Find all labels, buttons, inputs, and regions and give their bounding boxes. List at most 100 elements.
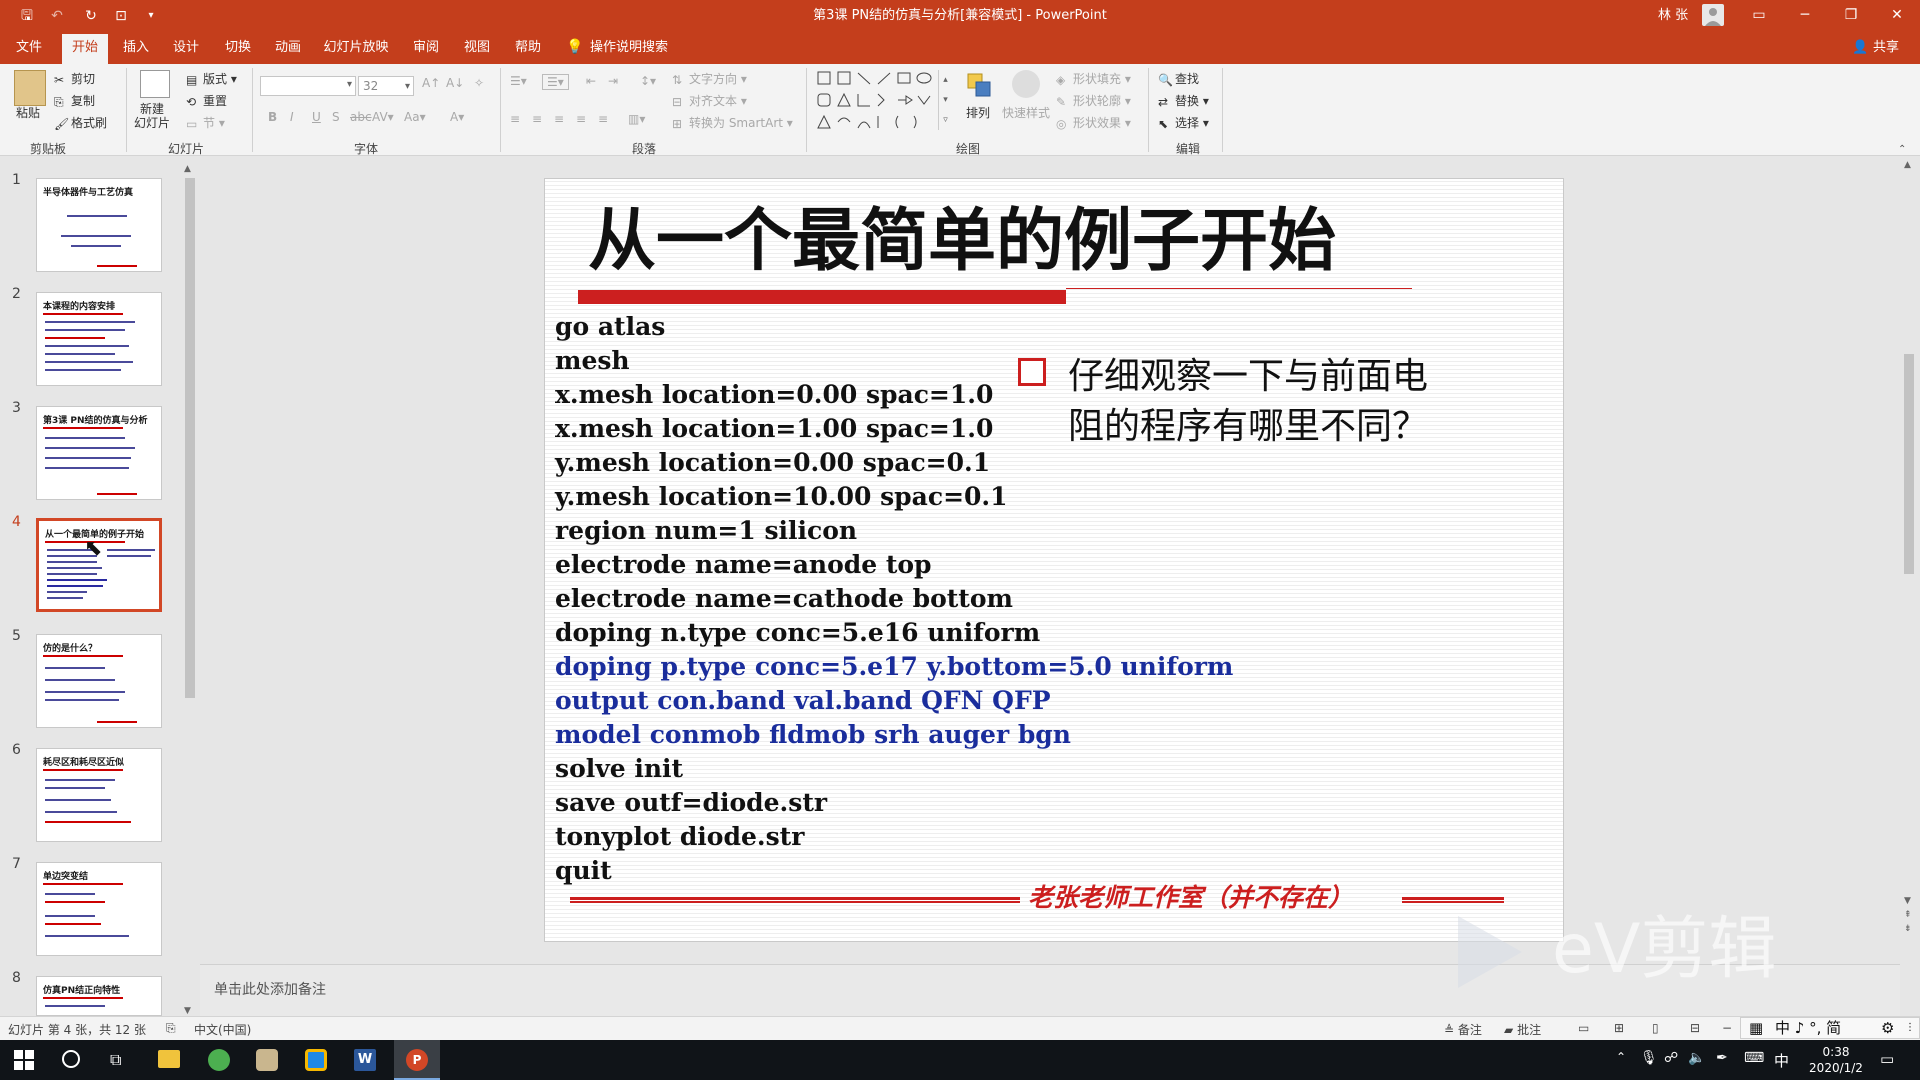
thumbnail-slide-8[interactable]: 仿真PN结正向特性	[36, 976, 162, 1016]
app-green-icon[interactable]	[208, 1049, 230, 1071]
shrink-font-icon[interactable]: A↓	[446, 76, 464, 90]
layout-button[interactable]: ▤ 版式 ▾	[186, 70, 237, 87]
select-button[interactable]: ⬉ 选择 ▾	[1158, 114, 1209, 131]
clock[interactable]: 0:38 2020/1/2	[1806, 1044, 1866, 1076]
paste-button[interactable]: 粘贴	[16, 104, 40, 121]
network-icon[interactable]: ☍	[1664, 1050, 1678, 1066]
shape-fill-button[interactable]: ◈ 形状填充 ▾	[1056, 70, 1131, 87]
tab-home[interactable]: 开始	[62, 34, 108, 64]
reading-view-icon[interactable]: ▯	[1652, 1021, 1659, 1035]
cut-button[interactable]: ✂ 剪切	[54, 70, 95, 87]
align-left-icon[interactable]: ≡	[510, 112, 520, 126]
close-button[interactable]: ✕	[1874, 0, 1920, 31]
arrange-icon[interactable]	[966, 72, 992, 98]
numbering-icon[interactable]: ☰▾	[542, 74, 569, 90]
ribbon-display-options-icon[interactable]: ▭	[1736, 0, 1782, 31]
tab-slideshow[interactable]: 幻灯片放映	[320, 31, 392, 64]
redo-icon[interactable]: ↻	[82, 7, 100, 25]
tray-chevron-icon[interactable]: ⌃	[1616, 1050, 1626, 1064]
clear-formatting-icon[interactable]: ✧	[474, 76, 484, 90]
touch-keyboard-icon[interactable]: ⌨	[1744, 1050, 1764, 1066]
line-spacing-icon[interactable]: ↕▾	[640, 74, 656, 88]
volume-icon[interactable]: 🔈	[1688, 1050, 1705, 1066]
align-text-button[interactable]: ⊟ 对齐文本 ▾	[672, 92, 747, 109]
bullets-icon[interactable]: ☰▾	[510, 74, 527, 88]
quick-styles-icon[interactable]	[1012, 70, 1040, 98]
note-line-2[interactable]: 阻的程序有哪里不同？	[1068, 402, 1428, 452]
avatar[interactable]	[1702, 4, 1724, 26]
copy-button[interactable]: ⎘ 复制	[54, 92, 95, 109]
thumbnail-slide-3[interactable]: 第3课 PN结的仿真与分析	[36, 406, 162, 500]
collapse-ribbon-icon[interactable]: ⌃	[1898, 144, 1906, 155]
app-blue-icon[interactable]	[305, 1049, 327, 1071]
windows-start-icon[interactable]	[14, 1050, 34, 1070]
increase-indent-icon[interactable]: ⇥	[608, 74, 618, 88]
language-indicator[interactable]: 中文(中国)	[194, 1021, 251, 1038]
shapes-gallery[interactable]	[816, 70, 956, 136]
ime-indicator[interactable]: 中	[1774, 1050, 1789, 1071]
shape-effects-button[interactable]: ◎ 形状效果 ▾	[1056, 114, 1131, 131]
word-icon[interactable]: W	[354, 1049, 376, 1071]
tab-animations[interactable]: 动画	[268, 31, 308, 64]
tab-insert[interactable]: 插入	[116, 31, 156, 64]
zoom-out-icon[interactable]: −	[1722, 1021, 1732, 1035]
ime-more-icon[interactable]: ⋮	[1905, 1018, 1915, 1038]
settings-gear-icon[interactable]: ⚙	[1881, 1018, 1894, 1038]
shapes-scroll-icon[interactable]: ▴ ▾ ▿	[938, 70, 952, 130]
slide-footer[interactable]: 老张老师工作室（并不存在）	[1028, 880, 1353, 916]
italic-button[interactable]: I	[290, 110, 294, 124]
text-direction-button[interactable]: ⇅ 文字方向 ▾	[672, 70, 747, 87]
tab-help[interactable]: 帮助	[508, 31, 548, 64]
thumbnail-slide-4[interactable]: 从一个最简单的例子开始	[36, 518, 162, 612]
ime-toolbar[interactable]: ▦ 中 ♪ °, 简 ⚙ ⋮	[1740, 1017, 1920, 1039]
thumbnail-slide-7[interactable]: 单边突变结	[36, 862, 162, 956]
columns-icon[interactable]: ▥▾	[628, 112, 645, 126]
start-from-beginning-icon[interactable]: ⊡	[112, 7, 130, 25]
pen-workspace-icon[interactable]: ✒	[1716, 1050, 1728, 1066]
slide-sorter-icon[interactable]: ⊞	[1614, 1021, 1624, 1035]
undo-icon[interactable]: ↶	[48, 7, 66, 25]
user-name[interactable]: 林 张	[1658, 0, 1688, 31]
tab-view[interactable]: 视图	[457, 31, 497, 64]
tab-transitions[interactable]: 切换	[218, 31, 258, 64]
justify-icon[interactable]: ≡	[576, 112, 586, 126]
change-case-button[interactable]: Aa▾	[404, 110, 426, 124]
font-color-button[interactable]: A▾	[450, 110, 464, 124]
shape-outline-button[interactable]: ✎ 形状轮廓 ▾	[1056, 92, 1131, 109]
slide-title[interactable]: 从一个最简单的例子开始	[588, 200, 1336, 284]
notes-toggle[interactable]: ≜ 备注	[1444, 1021, 1482, 1038]
scroll-up-icon[interactable]: ▲	[1904, 160, 1911, 170]
decrease-indent-icon[interactable]: ⇤	[586, 74, 596, 88]
underline-button[interactable]: U	[312, 110, 321, 124]
scroll-up-icon[interactable]: ▲	[184, 164, 191, 174]
reset-button[interactable]: ⟲ 重置	[186, 92, 227, 109]
slide-counter[interactable]: 幻灯片 第 4 张，共 12 张	[8, 1021, 146, 1038]
slideshow-view-icon[interactable]: ⊟	[1690, 1021, 1700, 1035]
slide-scrollbar[interactable]: ▲ ▼ ⇞ ⇟	[1902, 156, 1916, 956]
search-circle-icon[interactable]	[62, 1050, 80, 1068]
format-painter-button[interactable]: 🖌 格式刷	[54, 114, 107, 131]
scrollbar-thumb[interactable]	[1904, 354, 1914, 574]
thumbnail-slide-2[interactable]: 本课程的内容安排	[36, 292, 162, 386]
powerpoint-taskbar-item[interactable]: P	[394, 1040, 440, 1080]
share-button[interactable]: 共享	[1866, 31, 1906, 64]
arrange-button[interactable]: 排列	[966, 104, 990, 121]
comments-toggle[interactable]: ▰ 批注	[1504, 1021, 1541, 1038]
note-line-1[interactable]: 仔细观察一下与前面电	[1068, 352, 1428, 402]
char-spacing-button[interactable]: AV▾	[372, 110, 394, 124]
find-button[interactable]: 🔍 查找	[1158, 70, 1199, 87]
minimize-button[interactable]: ─	[1782, 0, 1828, 31]
app-bird-icon[interactable]	[256, 1049, 278, 1071]
section-button[interactable]: ▭ 节 ▾	[186, 114, 225, 131]
font-size-select[interactable]: 32 ▾	[358, 76, 414, 96]
save-icon[interactable]: 🖫	[18, 7, 36, 25]
scroll-down-icon[interactable]: ▼ ⇞ ⇟	[1904, 894, 1912, 936]
tab-design[interactable]: 设计	[166, 31, 206, 64]
smartart-button[interactable]: ⊞ 转换为 SmartArt ▾	[672, 114, 793, 131]
bold-button[interactable]: B	[268, 110, 277, 124]
strikethrough-button[interactable]: abc	[350, 110, 372, 124]
notes-placeholder[interactable]: 单击此处添加备注	[214, 979, 326, 999]
distributed-icon[interactable]: ≡	[598, 112, 608, 126]
align-center-icon[interactable]: ≡	[532, 112, 542, 126]
thumbnail-scrollbar[interactable]: ▲ ▼	[184, 164, 196, 1020]
